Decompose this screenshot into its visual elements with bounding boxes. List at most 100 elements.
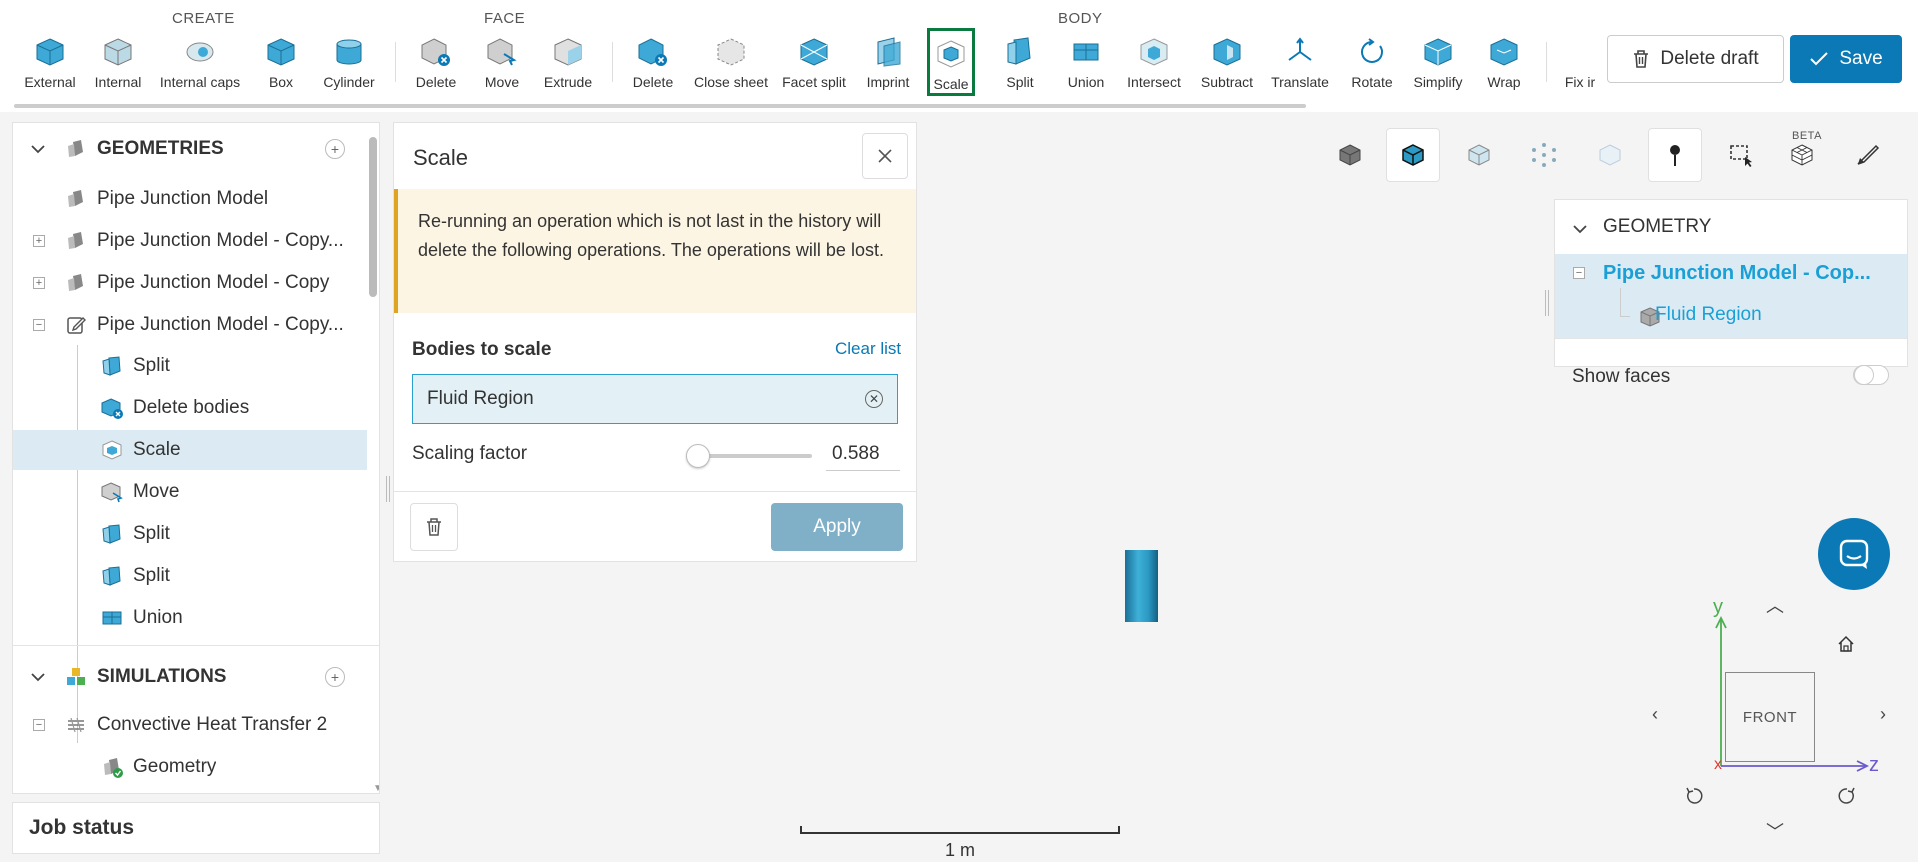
tool-internal-caps[interactable]: Internal caps xyxy=(160,36,240,96)
geometry-model-item[interactable]: Pipe Junction Model - Cop... xyxy=(1603,262,1871,285)
tool-face-extrude[interactable]: Extrude xyxy=(535,36,601,96)
operation-item[interactable]: Move xyxy=(13,472,367,512)
geometry-body-item[interactable]: Fluid Region xyxy=(1655,304,1762,326)
geometries-icon xyxy=(68,140,83,157)
view-solid-edges-button[interactable] xyxy=(1386,128,1440,182)
section-cut-button[interactable] xyxy=(1840,128,1894,182)
simulation-item[interactable]: − Convective Heat Transfer 2 xyxy=(13,705,367,745)
chevron-left-icon[interactable]: ‹ xyxy=(1652,704,1658,725)
trash-icon xyxy=(427,518,441,536)
geometry-item[interactable]: Pipe Junction Model xyxy=(13,179,367,219)
add-simulation-icon[interactable]: + xyxy=(325,667,345,687)
tool-internal[interactable]: Internal xyxy=(85,36,151,96)
face-extrude-icon xyxy=(554,38,582,66)
operation-item[interactable]: Split xyxy=(13,514,367,554)
heat-transfer-icon xyxy=(68,717,84,733)
tool-close-sheet[interactable]: Close sheet xyxy=(694,36,768,96)
view-points-button[interactable] xyxy=(1517,128,1571,182)
expand-icon[interactable]: + xyxy=(33,235,45,247)
tool-translate[interactable]: Translate xyxy=(1267,36,1333,96)
tool-intersect[interactable]: Intersect xyxy=(1121,36,1187,96)
tool-simplify[interactable]: Simplify xyxy=(1405,36,1471,96)
geometries-section-header[interactable]: GEOMETRIES + xyxy=(13,129,367,169)
collapse-icon[interactable]: − xyxy=(1573,267,1585,279)
save-button[interactable]: Save xyxy=(1790,35,1902,83)
point-probe-button[interactable] xyxy=(1648,128,1702,182)
close-sheet-icon xyxy=(717,38,745,66)
rotate-left-icon[interactable] xyxy=(1683,785,1705,807)
mesh-beta-button[interactable] xyxy=(1775,128,1829,182)
tool-wrap[interactable]: Wrap xyxy=(1471,36,1537,96)
geometry-item-draft[interactable]: − Pipe Junction Model - Copy... xyxy=(13,305,367,345)
tree-scrollbar[interactable] xyxy=(369,137,377,297)
scaling-factor-slider[interactable] xyxy=(686,444,812,468)
simplify-icon xyxy=(1424,38,1452,66)
tool-split[interactable]: Split xyxy=(987,36,1053,96)
collapse-icon[interactable]: − xyxy=(33,319,45,331)
geometry-item[interactable]: + Pipe Junction Model - Copy xyxy=(13,263,367,303)
job-status-panel[interactable]: Job status xyxy=(12,802,380,854)
bodies-to-scale-label: Bodies to scale xyxy=(412,339,552,360)
close-button[interactable] xyxy=(862,133,908,179)
operation-item[interactable]: Split xyxy=(13,556,367,596)
apply-button[interactable]: Apply xyxy=(771,503,903,551)
view-transparent-button[interactable] xyxy=(1452,128,1506,182)
operation-item[interactable]: Split xyxy=(13,346,367,386)
scaling-factor-input[interactable]: 0.588 xyxy=(826,441,900,471)
view-wireframe-button[interactable] xyxy=(1583,128,1637,182)
chevron-down-icon[interactable] xyxy=(1573,224,1587,234)
tool-body-delete[interactable]: Delete xyxy=(620,36,686,96)
tool-subtract[interactable]: Subtract xyxy=(1194,36,1260,96)
geometry-panel-resize-handle[interactable] xyxy=(1545,290,1549,316)
simulations-section-header[interactable]: SIMULATIONS + xyxy=(13,657,367,697)
scroll-down-icon[interactable]: ▼ xyxy=(373,783,379,793)
operation-item-selected[interactable]: Scale xyxy=(13,430,367,470)
geometry-item[interactable]: + Pipe Junction Model - Copy... xyxy=(13,221,367,261)
tool-imprint[interactable]: Imprint xyxy=(855,36,921,96)
geometry-icon xyxy=(68,274,83,291)
translate-icon xyxy=(1288,37,1312,61)
add-geometry-icon[interactable]: + xyxy=(325,139,345,159)
toolbar-scrollbar[interactable] xyxy=(14,104,1306,108)
operation-item[interactable]: Delete bodies xyxy=(13,388,367,428)
collapse-icon[interactable]: − xyxy=(33,719,45,731)
bodies-selection-field[interactable]: Fluid Region ✕ xyxy=(412,374,898,424)
simulations-icon xyxy=(67,668,85,685)
tool-cylinder[interactable]: Cylinder xyxy=(316,36,382,96)
chat-button[interactable] xyxy=(1818,518,1890,590)
view-solid-button[interactable] xyxy=(1323,128,1377,182)
tool-scale[interactable]: Scale xyxy=(927,28,975,96)
tool-face-move[interactable]: Move xyxy=(469,36,535,96)
scale-icon xyxy=(102,440,122,460)
rotate-right-icon[interactable] xyxy=(1836,785,1858,807)
box-select-button[interactable] xyxy=(1714,128,1768,182)
transparent-cube-icon xyxy=(1468,144,1490,166)
tool-union[interactable]: Union xyxy=(1053,36,1119,96)
face-delete-icon xyxy=(421,38,450,66)
clear-list-link[interactable]: Clear list xyxy=(835,339,901,359)
geometry-panel-title: GEOMETRY xyxy=(1603,216,1712,237)
edit-icon xyxy=(67,317,86,334)
show-faces-toggle[interactable] xyxy=(1853,365,1889,385)
chevron-down-icon[interactable]: ﹀ xyxy=(1766,818,1784,844)
delete-draft-button[interactable]: Delete draft xyxy=(1607,35,1784,83)
expand-icon[interactable]: + xyxy=(33,277,45,289)
slider-knob[interactable] xyxy=(686,444,710,468)
tool-face-delete[interactable]: Delete xyxy=(403,36,469,96)
split-icon xyxy=(102,566,121,586)
operation-item[interactable]: Union xyxy=(13,598,367,638)
tool-rotate[interactable]: Rotate xyxy=(1339,36,1405,96)
tool-fix[interactable]: Fix ir xyxy=(1554,36,1606,96)
scale-bar xyxy=(800,826,1120,834)
delete-operation-button[interactable] xyxy=(410,503,458,551)
wireframe-cube-icon xyxy=(1599,144,1621,166)
tool-box[interactable]: Box xyxy=(248,36,314,96)
tool-external[interactable]: External xyxy=(17,36,83,96)
tool-facet-split[interactable]: Facet split xyxy=(781,36,847,96)
remove-body-icon[interactable]: ✕ xyxy=(865,390,883,408)
fluid-region-body[interactable] xyxy=(1125,550,1158,622)
axis-y-label: y xyxy=(1713,596,1723,618)
geometry-check-icon xyxy=(104,758,123,778)
simulation-geometry-item[interactable]: Geometry xyxy=(13,747,367,787)
panel-resize-handle[interactable] xyxy=(386,476,390,502)
